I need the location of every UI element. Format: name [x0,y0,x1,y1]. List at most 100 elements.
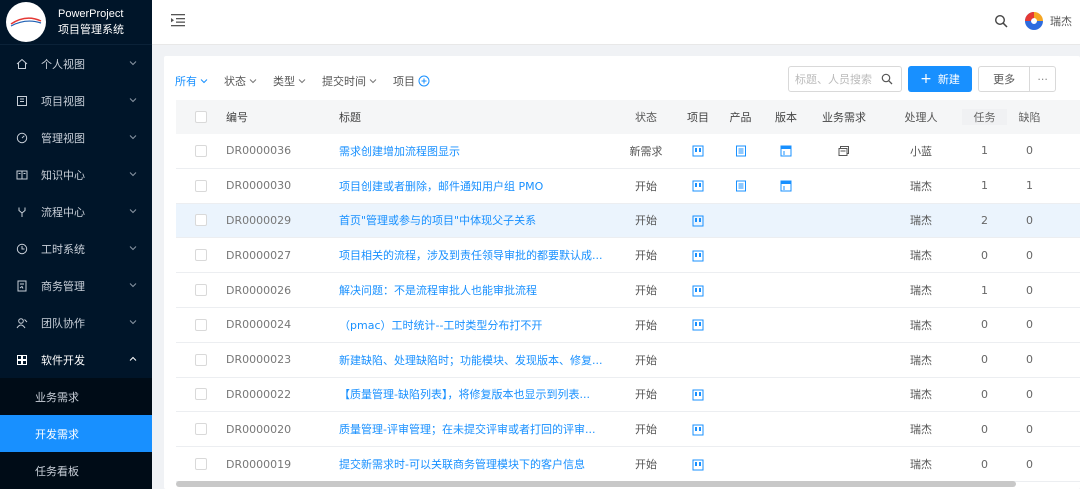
row-id: DR0000020 [226,422,292,436]
submenu-item[interactable]: 开发需求 [0,415,152,452]
row-status: 开始 [635,179,657,193]
chevron-up-icon [129,356,137,361]
sidebar-item[interactable]: 个人视图 [0,45,152,82]
filter-project[interactable]: 项目 [393,73,430,89]
row-checkbox[interactable] [195,144,207,157]
row-checkbox[interactable] [195,284,207,297]
row-bug-count: 0 [1026,213,1033,227]
row-title-link[interactable]: 质量管理-评审管理；在未提交评审或者打回的评审... [339,421,613,437]
col-owner-header[interactable]: 处理人 [880,109,962,125]
select-all-checkbox[interactable] [195,111,207,123]
row-task-count: 0 [981,422,988,436]
sidebar-item[interactable]: 管理视图 [0,119,152,156]
row-checkbox[interactable] [195,179,207,192]
table-row[interactable]: DR0000029 首页"管理或参与的项目"中体现父子关系 开始 瑞杰 2 0 [176,203,1080,239]
row-title-link[interactable]: 新建缺陷、处理缺陷时；功能模块、发现版本、修复... [339,352,613,368]
row-title-link[interactable]: 提交新需求时-可以关联商务管理模块下的客户信息 [339,456,613,472]
row-title-link[interactable]: 解决问题：不是流程审批人也能审批流程 [339,282,613,298]
project-icon[interactable] [692,145,704,157]
row-checkbox[interactable] [195,423,207,436]
filter-type[interactable]: 类型 [273,73,306,89]
row-title-link[interactable]: （pmac）工时统计--工时类型分布打不开 [339,317,613,333]
brand-name-cn: 项目管理系统 [58,23,124,36]
project-icon[interactable] [692,180,704,192]
project-icon[interactable] [692,389,704,401]
col-requirement-header[interactable]: 业务需求 [808,109,880,125]
version-icon[interactable] [780,180,792,192]
document-icon [16,280,28,292]
row-title-link[interactable]: 需求创建增加流程图显示 [339,143,613,159]
search-input[interactable] [795,72,879,86]
project-icon[interactable] [692,424,704,436]
row-title-link[interactable]: 项目创建或者删除，邮件通知用户组 PMO [339,178,613,194]
table-row[interactable]: DR0000026 解决问题：不是流程审批人也能审批流程 开始 瑞杰 1 0 [176,273,1080,308]
sidebar-item[interactable]: 团队协作 [0,304,152,341]
col-bug-header[interactable]: 缺陷 [1007,109,1052,125]
table-row[interactable]: DR0000024 （pmac）工时统计--工时类型分布打不开 开始 瑞杰 0 0 [176,308,1080,343]
col-project-header[interactable]: 项目 [679,109,717,125]
brand[interactable]: PowerProject 项目管理系统 [0,0,152,45]
col-product-header[interactable]: 产品 [717,109,764,125]
row-id: DR0000030 [226,179,292,193]
add-circle-icon[interactable] [418,75,430,87]
row-id: DR0000036 [226,144,292,158]
search-icon[interactable] [881,73,893,85]
row-status: 开始 [635,423,657,437]
filter-status[interactable]: 状态 [224,73,257,89]
project-icon[interactable] [692,285,704,297]
search-field [788,66,902,92]
version-icon[interactable] [780,145,792,157]
row-title-link[interactable]: 首页"管理或参与的项目"中体现父子关系 [339,212,613,228]
submenu-item[interactable]: 业务需求 [0,378,152,415]
table-row[interactable]: DR0000027 项目相关的流程，涉及到责任领导审批的都要默认成... 开始 瑞杰 0… [176,238,1080,274]
sidebar-item[interactable]: 流程中心 [0,193,152,230]
sidebar-item[interactable]: 工时系统 [0,230,152,267]
sidebar-item-label: 管理视图 [41,131,85,145]
row-checkbox[interactable] [195,318,207,331]
requirement-icon[interactable] [838,145,850,157]
main-card: 所有 状态 类型 提交时间 项目 标题、人员搜索 + 新建 更多 ··· 编号 … [164,56,1080,489]
table-row[interactable]: DR0000036 需求创建增加流程图显示 新需求 小蓝 1 0 [176,134,1080,169]
col-status-header[interactable]: 状态 [613,109,679,125]
row-checkbox[interactable] [195,353,207,366]
filter-all[interactable]: 所有 [175,73,208,89]
col-id-header[interactable]: 编号 [226,109,339,125]
project-icon[interactable] [692,459,704,471]
table-row[interactable]: DR0000020 质量管理-评审管理；在未提交评审或者打回的评审... 开始 瑞杰 0… [176,412,1080,448]
product-icon[interactable] [735,180,747,192]
search-icon[interactable] [994,14,1008,28]
new-button[interactable]: + 新建 [908,66,972,92]
table-row[interactable]: DR0000023 新建缺陷、处理缺陷时；功能模块、发现版本、修复... 开始 瑞杰 0… [176,343,1080,378]
sidebar-item[interactable]: 项目视图 [0,82,152,119]
row-id: DR0000019 [226,457,292,471]
table-row[interactable]: DR0000030 项目创建或者删除，邮件通知用户组 PMO 开始 瑞杰 1 1 [176,169,1080,204]
sidebar-item[interactable]: 软件开发 [0,341,152,378]
project-icon[interactable] [692,319,704,331]
row-checkbox[interactable] [195,458,207,471]
horizontal-scrollbar[interactable] [176,481,1016,487]
sidebar-item[interactable]: 知识中心 [0,156,152,193]
project-icon[interactable] [692,250,704,262]
logo [6,2,46,42]
row-title-link[interactable]: 【质量管理-缺陷列表】，将修复版本也显示到列表... [339,386,613,402]
table-row[interactable]: DR0000019 提交新需求时-可以关联商务管理模块下的客户信息 开始 瑞杰 0 0 [176,447,1080,482]
menu-collapse-icon[interactable] [170,12,186,28]
more-button[interactable]: 更多 [979,71,1029,87]
sidebar-item[interactable]: 商务管理 [0,267,152,304]
sidebar-item-label: 项目视图 [41,94,85,108]
table-row[interactable]: DR0000022 【质量管理-缺陷列表】，将修复版本也显示到列表... 开始 瑞杰 0… [176,378,1080,413]
col-title-header[interactable]: 标题 [339,109,613,125]
product-icon[interactable] [735,145,747,157]
submenu-item[interactable]: 任务看板 [0,452,152,489]
row-checkbox[interactable] [195,214,207,227]
user-menu[interactable]: 瑞杰 [1024,11,1072,31]
row-title-link[interactable]: 项目相关的流程，涉及到责任领导审批的都要默认成... [339,247,613,263]
project-icon[interactable] [692,215,704,227]
row-checkbox[interactable] [195,249,207,262]
row-checkbox[interactable] [195,388,207,401]
col-task-header[interactable]: 任务 [962,109,1007,125]
col-version-header[interactable]: 版本 [764,109,808,125]
filter-submit-time[interactable]: 提交时间 [322,73,377,89]
more-options-icon[interactable]: ··· [1029,67,1055,91]
row-bug-count: 0 [1026,318,1033,332]
